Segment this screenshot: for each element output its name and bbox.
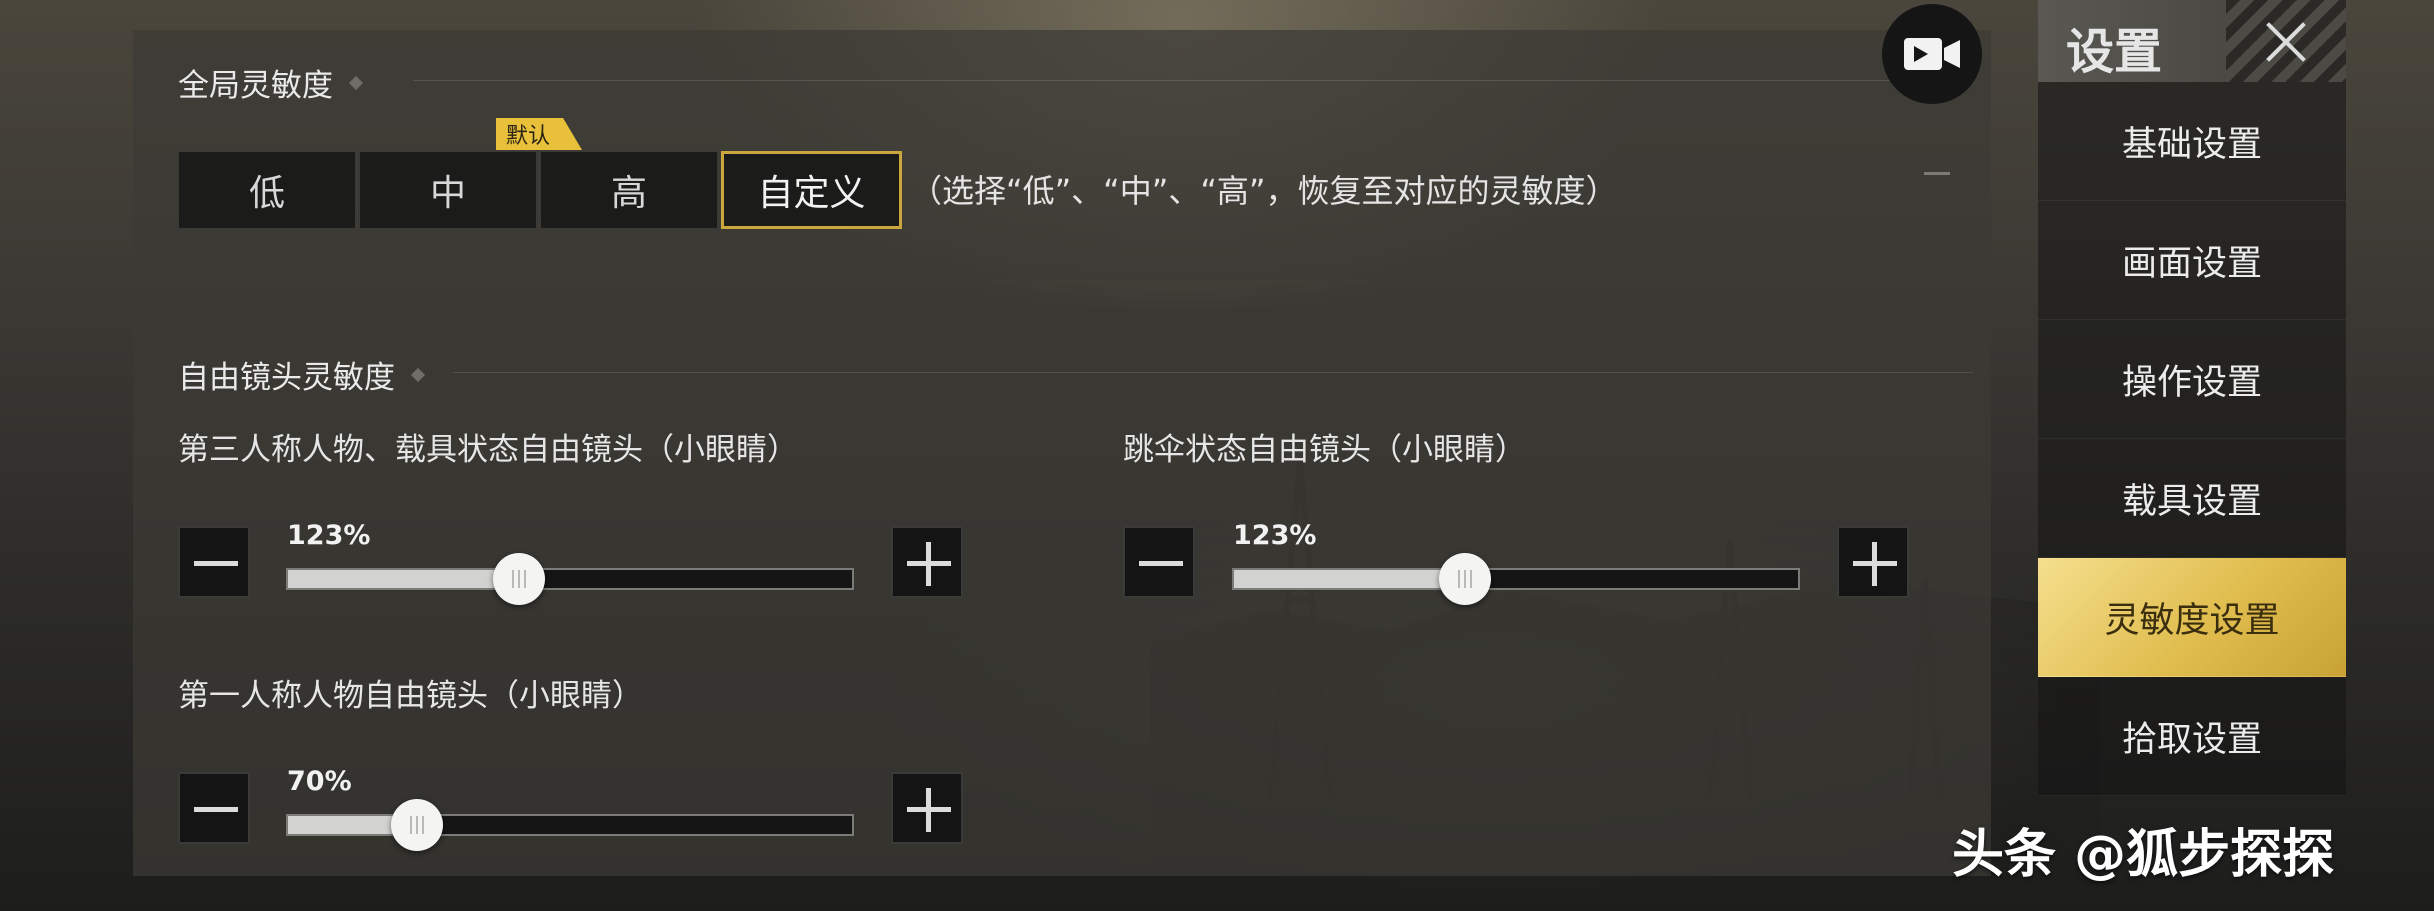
diamond-icon [410, 367, 426, 382]
section-title-global: 全局灵敏度 [178, 60, 364, 105]
slider-fill [288, 570, 520, 588]
close-button[interactable] [2226, 0, 2346, 82]
sidebar-header: 设置 [2038, 0, 2346, 82]
menu-item-controls[interactable]: 操作设置 [2038, 320, 2346, 439]
record-button[interactable] [1882, 4, 1982, 104]
preset-custom-button[interactable]: 自定义 [721, 151, 902, 229]
settings-menu: 基础设置 画面设置 操作设置 载具设置 灵敏度设置 拾取设置 [2038, 82, 2346, 796]
global-sensitivity-panel: 全局灵敏度 默认 低 中 高 自定义 （选择“低”、“中”、“高”，恢复至对应的… [133, 30, 1991, 280]
close-icon [2256, 12, 2316, 72]
sensitivity-preset-group: 低 中 高 自定义 [178, 151, 905, 229]
slider-label-parachute: 跳伞状态自由镜头（小眼睛） [1123, 432, 1526, 468]
decrease-first-person-button[interactable] [178, 772, 250, 844]
slider-thumb-first-person[interactable] [390, 799, 443, 851]
preset-low-button[interactable]: 低 [178, 151, 356, 229]
slider-thumb-third-person[interactable] [492, 553, 545, 605]
collapse-icon[interactable] [1924, 172, 1950, 175]
divider [413, 80, 1973, 81]
minus-icon [1139, 561, 1183, 566]
settings-sidebar: 设置 基础设置 画面设置 操作设置 载具设置 灵敏度设置 拾取设置 [2038, 0, 2346, 911]
decrease-parachute-button[interactable] [1123, 526, 1195, 598]
slider-track-first-person[interactable] [286, 814, 854, 836]
minus-icon [194, 807, 238, 812]
slider-track-third-person[interactable] [286, 568, 854, 590]
divider [453, 372, 1973, 373]
default-tag: 默认 [496, 118, 582, 150]
menu-item-sensitivity[interactable]: 灵敏度设置 [2038, 558, 2346, 677]
slider-fill [1234, 570, 1466, 588]
video-camera-icon [1904, 38, 1960, 70]
slider-label-first-person: 第一人称人物自由镜头（小眼睛） [178, 678, 643, 714]
menu-item-vehicle[interactable]: 载具设置 [2038, 439, 2346, 558]
slider-value-first-person: 70% [287, 766, 352, 797]
slider-label-third-person: 第三人称人物、载具状态自由镜头（小眼睛） [178, 432, 798, 468]
increase-parachute-button[interactable] [1837, 526, 1909, 598]
diamond-icon [348, 75, 364, 90]
sidebar-title: 设置 [2066, 24, 2163, 80]
free-camera-sensitivity-panel: 自由镜头灵敏度 第三人称人物、载具状态自由镜头（小眼睛） 123% 跳伞状态自由… [133, 322, 1991, 876]
menu-item-graphics[interactable]: 画面设置 [2038, 201, 2346, 320]
increase-third-person-button[interactable] [891, 526, 963, 598]
preset-hint: （选择“低”、“中”、“高”，恢复至对应的灵敏度） [910, 172, 1618, 210]
slider-value-parachute: 123% [1233, 520, 1317, 551]
watermark: 头条 @狐步探探 [1952, 825, 2335, 885]
preset-high-button[interactable]: 高 [540, 151, 718, 229]
menu-item-pickup[interactable]: 拾取设置 [2038, 677, 2346, 796]
slider-value-third-person: 123% [287, 520, 371, 551]
slider-thumb-parachute[interactable] [1438, 553, 1491, 605]
slider-track-parachute[interactable] [1232, 568, 1800, 590]
decrease-third-person-button[interactable] [178, 526, 250, 598]
increase-first-person-button[interactable] [891, 772, 963, 844]
menu-item-basic[interactable]: 基础设置 [2038, 82, 2346, 201]
minus-icon [194, 561, 238, 566]
section-title-free-camera: 自由镜头灵敏度 [178, 352, 426, 397]
preset-medium-button[interactable]: 中 [359, 151, 537, 229]
